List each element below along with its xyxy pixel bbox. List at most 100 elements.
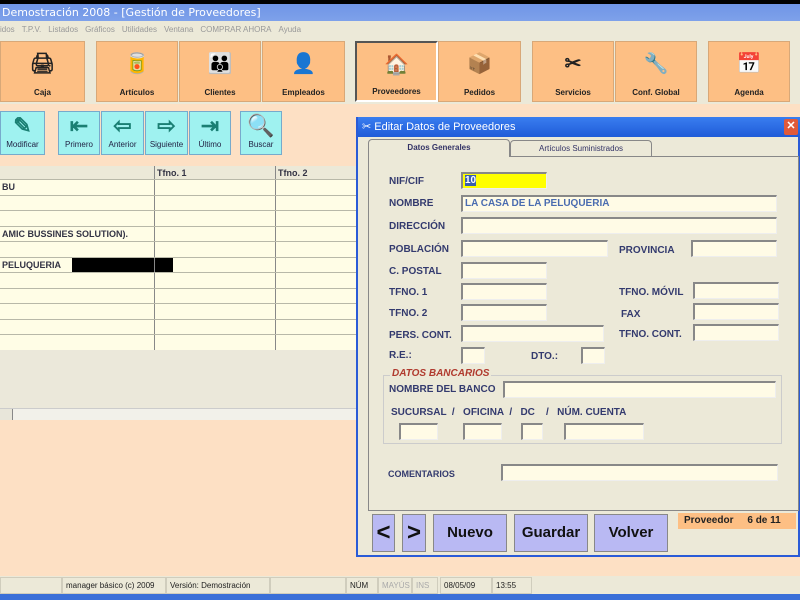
- tfno1-cell: [155, 304, 276, 319]
- table-row[interactable]: [0, 195, 357, 211]
- toolbar-button-label: Proveedores: [372, 87, 421, 96]
- toolbar-button-label: Artículos: [119, 88, 155, 97]
- nombre-field[interactable]: LA CASA DE LA PELUQUERIA: [461, 195, 777, 212]
- toolbar-button-label: Clientes: [204, 88, 236, 97]
- menu-ayuda[interactable]: Ayuda: [279, 25, 302, 34]
- next-record-button[interactable]: >: [402, 514, 426, 552]
- toolbar-button-empleados[interactable]: 👤 Empleados: [262, 41, 345, 102]
- table-row[interactable]: PELUQUERIA: [0, 257, 357, 273]
- grid-empty-area: [0, 350, 357, 408]
- name-cell: [0, 242, 155, 257]
- name-cell: [0, 273, 155, 288]
- sucursal-field[interactable]: [399, 423, 438, 440]
- table-row[interactable]: [0, 242, 357, 258]
- toolbar-button-clientes[interactable]: 👪 Clientes: [179, 41, 261, 102]
- menu-graficos[interactable]: Gráficos: [85, 25, 115, 34]
- horizontal-scrollbar[interactable]: [0, 408, 357, 420]
- status-panel: INS: [412, 577, 438, 594]
- banco-field[interactable]: [503, 381, 776, 398]
- prev-icon: ⇦: [113, 113, 132, 138]
- nuevo-button[interactable]: Nuevo: [433, 514, 507, 552]
- column-header[interactable]: [0, 166, 155, 179]
- volver-button[interactable]: Volver: [594, 514, 668, 552]
- menu-utilidades[interactable]: Utilidades: [122, 25, 157, 34]
- nif-value: 10: [465, 175, 477, 186]
- tab-articulos-suministrados[interactable]: Artículos Suministrados: [510, 140, 652, 157]
- nombre-label: NOMBRE: [389, 198, 434, 209]
- toolbar-button-caja[interactable]: 🖨 Caja: [0, 41, 85, 102]
- guardar-button[interactable]: Guardar: [514, 514, 588, 552]
- next-icon: ⇨: [157, 113, 176, 138]
- status-panel: MAYÚS: [378, 577, 412, 594]
- perscont-label: PERS. CONT.: [389, 330, 452, 341]
- name-cell: [0, 319, 155, 334]
- window-title: Demostración 2008 - [Gestión de Proveedo…: [2, 6, 261, 19]
- toolbar-button-servicios[interactable]: ✂ Servicios: [532, 41, 614, 102]
- cpostal-field[interactable]: [461, 262, 547, 279]
- scissors-icon: ✂: [564, 53, 582, 75]
- table-row[interactable]: [0, 304, 357, 320]
- movil-field[interactable]: [693, 282, 779, 299]
- tfno2-field[interactable]: [461, 304, 547, 321]
- table-row[interactable]: [0, 319, 357, 335]
- direccion-field[interactable]: [461, 217, 777, 234]
- fax-field[interactable]: [693, 303, 779, 320]
- dc-field[interactable]: [521, 423, 543, 440]
- column-header[interactable]: Tfno. 2: [276, 166, 357, 179]
- toolbar-button-artculos[interactable]: 🥫 Artículos: [96, 41, 178, 102]
- nav-button-primero[interactable]: ⇤ Primero: [58, 111, 100, 155]
- tfnocont-field[interactable]: [693, 324, 779, 341]
- dialog-title: Editar Datos de Proveedores: [374, 121, 516, 133]
- last-icon: ⇥: [200, 113, 220, 138]
- table-row[interactable]: AMIC BUSSINES SOLUTION).: [0, 226, 357, 242]
- tfno2-cell: [276, 180, 357, 195]
- tfno1-cell: [155, 211, 276, 226]
- name-cell: [0, 211, 155, 226]
- toolbar-button-agenda[interactable]: 📅 Agenda: [708, 41, 790, 102]
- box-arrow-icon: 📦: [467, 53, 492, 75]
- tfno1-field[interactable]: [461, 283, 547, 300]
- dto-field[interactable]: [581, 347, 605, 364]
- toolbar-button-proveedores[interactable]: 🏠 Proveedores: [355, 41, 438, 102]
- toolbar-button-confglobal[interactable]: 🔧 Conf. Global: [615, 41, 697, 102]
- column-header[interactable]: Tfno. 1: [155, 166, 276, 179]
- tfno1-cell: [155, 273, 276, 288]
- nav-button-anterior[interactable]: ⇦ Anterior: [101, 111, 144, 155]
- table-row[interactable]: [0, 335, 357, 351]
- search-icon: 🔍: [247, 113, 275, 138]
- table-row[interactable]: [0, 273, 357, 289]
- dialog-title-bar: ✂ Editar Datos de Proveedores: [358, 117, 800, 137]
- close-icon[interactable]: ✕: [784, 119, 798, 135]
- menu-comprar[interactable]: COMPRAR AHORA: [200, 25, 271, 34]
- toolbar-button-label: Caja: [34, 88, 51, 97]
- poblacion-field[interactable]: [461, 240, 608, 257]
- name-cell: PELUQUERIA: [0, 257, 155, 272]
- menu-tpv[interactable]: T.P.V.: [22, 25, 42, 34]
- table-row[interactable]: BU: [0, 180, 357, 196]
- nav-button-ltimo[interactable]: ⇥ Último: [189, 111, 231, 155]
- re-field[interactable]: [461, 347, 485, 364]
- nav-button-siguiente[interactable]: ⇨ Siguiente: [145, 111, 188, 155]
- cuenta-field[interactable]: [564, 423, 644, 440]
- tfno1-cell: [155, 257, 276, 272]
- nav-button-buscar[interactable]: 🔍 Buscar: [240, 111, 282, 155]
- menu-pedidos[interactable]: idos: [0, 25, 15, 34]
- toolbar-button-pedidos[interactable]: 📦 Pedidos: [438, 41, 521, 102]
- perscont-field[interactable]: [461, 325, 604, 342]
- menu-ventana[interactable]: Ventana: [164, 25, 193, 34]
- comentarios-field[interactable]: [501, 464, 778, 481]
- name-cell: [0, 335, 155, 350]
- nav-button-modificar[interactable]: ✎ Modificar: [0, 111, 45, 155]
- tab-datos-generales[interactable]: Datos Generales: [368, 139, 510, 157]
- provincia-field[interactable]: [691, 240, 777, 257]
- first-icon: ⇤: [69, 113, 89, 138]
- prev-record-button[interactable]: <: [372, 514, 395, 552]
- table-row[interactable]: [0, 211, 357, 227]
- menu-listados[interactable]: Listados: [48, 25, 78, 34]
- edit-supplier-dialog: ✂ Editar Datos de Proveedores ✕ Datos Ge…: [356, 117, 800, 557]
- name-cell: AMIC BUSSINES SOLUTION).: [0, 226, 155, 241]
- oficina-field[interactable]: [463, 423, 502, 440]
- table-row[interactable]: [0, 288, 357, 304]
- suppliers-grid: Tfno. 1 Tfno. 2 BU AMIC BUSSINES SOLUTION).…: [0, 166, 357, 351]
- nif-field[interactable]: 10: [461, 172, 547, 189]
